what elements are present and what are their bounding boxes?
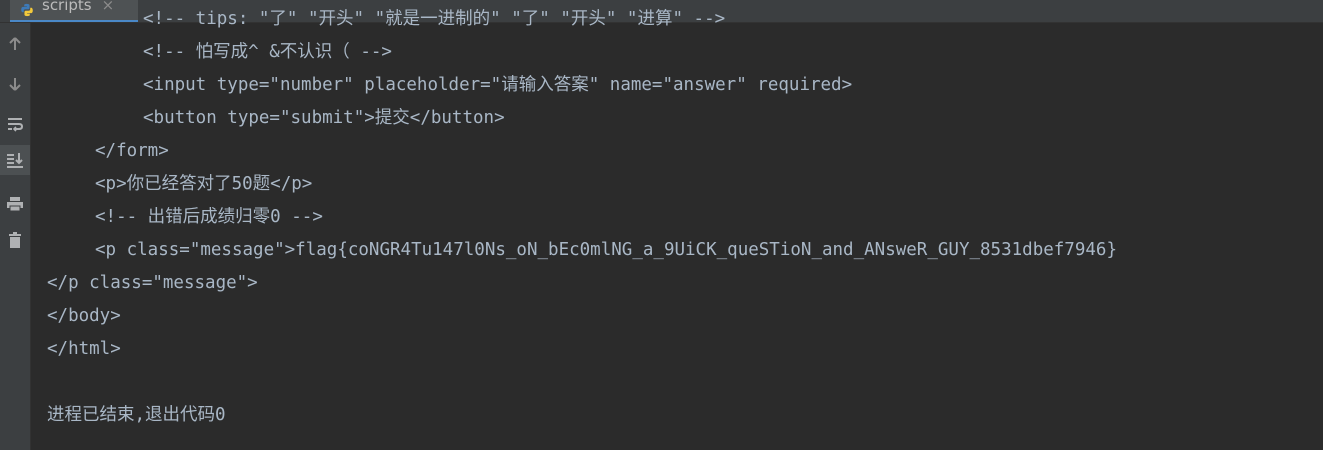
print-icon [7, 197, 23, 212]
trash-icon [9, 232, 21, 248]
console-line: <button type="submit">提交</button> [143, 108, 505, 128]
console-line: <p>你已经答对了50题</p> [95, 174, 313, 194]
console-line: <input type="number" placeholder="请输入答案"… [143, 75, 853, 95]
console-line: <!-- 出错后成绩归零0 --> [95, 207, 323, 227]
run-console-window: scripts × <!-- tips: "了" "开头" "就是一进制的" "… [0, 0, 1323, 450]
up-arrow-icon [9, 37, 21, 50]
console-line: </form> [95, 141, 169, 161]
console-output: <!-- tips: "了" "开头" "就是一进制的" "了" "开头" "进… [47, 9, 1323, 450]
console-line: </p class="message"> [47, 273, 258, 293]
up-arrow-button[interactable] [0, 29, 30, 59]
down-arrow-icon [9, 78, 21, 91]
console-line: <!-- 怕写成^ &不认识（ --> [143, 42, 392, 62]
scroll-to-end-icon [7, 153, 23, 168]
soft-wrap-icon [8, 118, 24, 132]
console-line-flag: <p class="message">flag{coNGR4Tu147l0Ns_… [95, 240, 1117, 260]
process-exit-message: 进程已结束,退出代码0 [47, 405, 226, 425]
scroll-to-end-button[interactable] [0, 145, 30, 175]
console-line: <!-- tips: "了" "开头" "就是一进制的" "了" "开头" "进… [143, 9, 726, 29]
python-icon [21, 3, 33, 17]
console-line: </html> [47, 339, 121, 359]
print-button[interactable] [0, 189, 30, 219]
clear-all-button[interactable] [0, 225, 30, 255]
down-arrow-button[interactable] [0, 69, 30, 99]
soft-wrap-button[interactable] [0, 109, 30, 139]
console-line: </body> [47, 306, 121, 326]
console-toolbar [0, 23, 31, 450]
